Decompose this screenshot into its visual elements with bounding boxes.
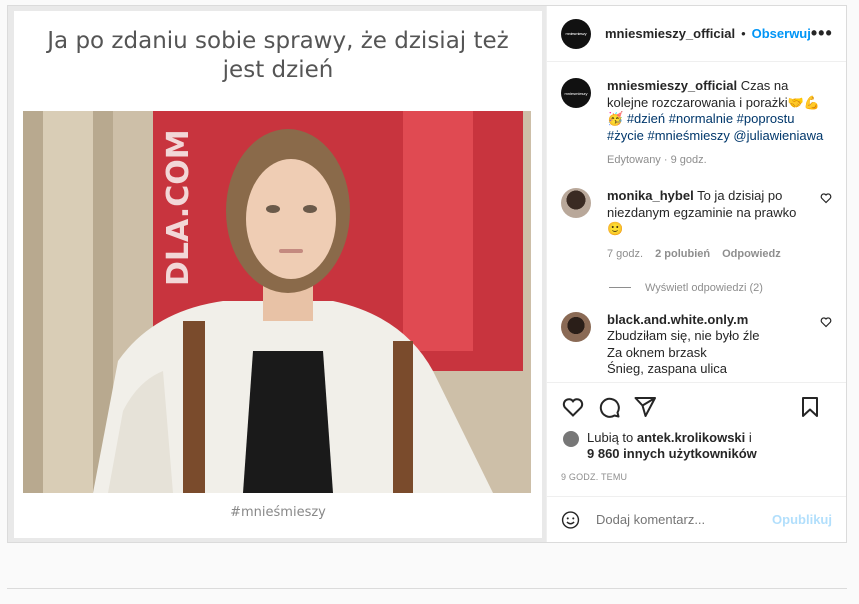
caption-username[interactable]: mniesmieszy_official [607,78,737,93]
comment-text: monika_hybel To ja dzisiaj po niezdanym … [607,188,804,238]
caption-hashtags[interactable]: #dzień #normalnie #poprostu #życie #mnie… [607,111,823,143]
separator-dot: • [741,26,746,41]
meme-hashtag: #mnieśmieszy [230,505,326,520]
caption-avatar[interactable]: mniesmieszy [561,78,591,108]
action-bar [547,382,846,430]
post-container: Ja po zdaniu sobie sprawy, że dzisiaj te… [7,5,847,543]
more-options-icon[interactable]: ••• [811,23,833,44]
comment-text: black.and.white.only.m Zbudziłam się, ni… [607,312,804,378]
comment-body: Zbudziłam się, nie było źle [607,328,760,343]
comment-row: monika_hybel To ja dzisiaj po niezdanym … [561,188,832,260]
comment-likes[interactable]: 2 polubień [655,248,710,260]
emoji-icon[interactable] [561,508,580,532]
caption-text: mniesmieszy_official Czas na kolejne roz… [607,78,832,144]
caption-meta: Edytowany · 9 godz. [607,154,832,166]
meme-caption: Ja po zdaniu sobie sprawy, że dzisiaj te… [47,28,509,83]
view-replies-label: Wyświetl odpowiedzi (2) [645,281,763,294]
add-comment-bar: Opublikuj [547,496,846,542]
comment-row: black.and.white.only.m Zbudziłam się, ni… [561,311,832,378]
liker-avatar[interactable] [563,431,579,447]
publish-button[interactable]: Opublikuj [772,512,832,527]
comment-time: 7 godz. [607,247,644,260]
liker-username[interactable]: antek.krolikowski [637,430,745,445]
caption-row: mniesmieszy mniesmieszy_official Czas na… [561,78,832,166]
likes-suffix: i [748,430,752,445]
bg-sign-text: DLA.COM [161,129,196,286]
comment-line: Śnieg, zaspana ulica [607,361,727,376]
post-time[interactable]: 9 GODZ. TEMU [561,472,627,482]
comment-like-icon[interactable] [820,192,832,204]
author-username[interactable]: mniesmieszy_official [605,26,735,41]
caption-edited-time: Edytowany · 9 godz. [607,154,707,166]
comment-input[interactable] [596,512,773,527]
replies-line [609,287,631,288]
likes-prefix: Lubią to [587,430,634,445]
post-sidebar: mniesmieszy mniesmieszy_official • Obser… [546,6,846,542]
share-icon[interactable] [633,395,657,419]
post-media: Ja po zdaniu sobie sprawy, że dzisiaj te… [8,6,546,542]
likes-others[interactable]: 9 860 innych użytkowników [587,446,757,461]
comment-username[interactable]: black.and.white.only.m [607,312,748,327]
page-divider [7,588,847,589]
comment-meta: 7 godz. 2 polubień Odpowiedz [607,248,804,260]
reply-button[interactable]: Odpowiedz [722,248,781,260]
bookmark-icon[interactable] [798,395,822,419]
like-icon[interactable] [561,395,585,419]
avatar-logo-text: mniesmieszy [565,31,587,36]
commenter-avatar[interactable] [561,311,591,342]
avatar-logo-text: mniesmieszy [564,90,588,96]
commenter-avatar[interactable] [561,188,591,218]
comments-list[interactable]: mniesmieszy mniesmieszy_official Czas na… [547,62,846,382]
author-avatar[interactable]: mniesmieszy [561,18,591,49]
follow-button[interactable]: Obserwuj [752,26,811,41]
post-header: mniesmieszy mniesmieszy_official • Obser… [547,6,846,62]
comment-line: Za oknem brzask [607,344,707,360]
comment-like-icon[interactable] [820,316,832,328]
comment-icon[interactable] [597,395,621,419]
meme-photo: DLA.COM [23,111,531,493]
meme-image[interactable]: Ja po zdaniu sobie sprawy, że dzisiaj te… [14,11,542,538]
comment-username[interactable]: monika_hybel [607,188,694,203]
likes-summary: Lubią to antek.krolikowski i 9 860 innyc… [563,430,830,462]
view-replies[interactable]: Wyświetl odpowiedzi (2) [609,282,832,294]
